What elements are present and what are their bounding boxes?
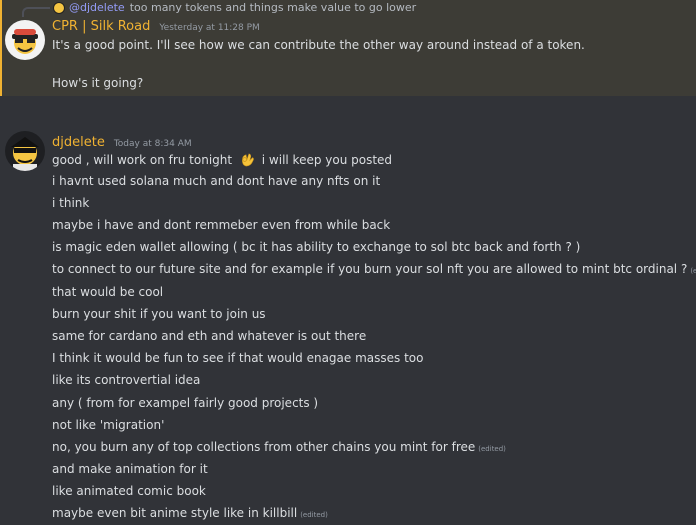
message-line: maybe i have and dont remmeber even from… (52, 218, 391, 232)
message-line: burn your shit if you want to join us (52, 307, 266, 321)
reply-preview[interactable]: @djdelete too many tokens and things mak… (53, 0, 416, 15)
message-text: to connect to our future site and for ex… (52, 262, 688, 276)
message-header: djdelete Today at 8:34 AM (52, 135, 192, 150)
message-line: same for cardano and eth and whatever is… (52, 329, 367, 343)
avatar[interactable] (5, 131, 45, 171)
timestamp[interactable]: Yesterday at 11:28 PM (159, 23, 259, 33)
reply-spine (22, 7, 50, 17)
reply-avatar (53, 1, 65, 14)
message-line: like its controvertial idea (52, 373, 201, 387)
message-line: i havnt used solana much and dont have a… (52, 174, 381, 188)
message-line: How's it going? (52, 76, 144, 90)
message-line: like animated comic book (52, 484, 206, 498)
message-line: is magic eden wallet allowing ( bc it ha… (52, 240, 581, 254)
reply-text: too many tokens and things make value to… (129, 1, 417, 14)
message-line: I think it would be fun to see if that w… (52, 351, 424, 365)
message-text: i will keep you posted (261, 153, 393, 167)
message-text: no, you burn any of top collections from… (52, 440, 476, 454)
author-name[interactable]: CPR | Silk Road (52, 19, 150, 34)
edited-label: (edited) (690, 267, 696, 275)
author-name[interactable]: djdelete (52, 135, 105, 150)
ok-hand-emoji-icon[interactable] (238, 152, 256, 167)
message-line: no, you burn any of top collections from… (52, 440, 506, 457)
message-header: CPR | Silk Road Yesterday at 11:28 PM (52, 19, 260, 34)
message-line: i think (52, 196, 90, 210)
message-text: good , will work on fru tonight (52, 153, 233, 167)
message-text: maybe even bit anime style like in killb… (52, 506, 298, 520)
message-line: any ( from for exampel fairly good proje… (52, 396, 319, 410)
timestamp[interactable]: Today at 8:34 AM (114, 139, 192, 149)
reply-mention[interactable]: @djdelete (69, 1, 125, 14)
message-line: that would be cool (52, 285, 164, 299)
message-line: It's a good point. I'll see how we can c… (52, 38, 585, 52)
message-line: good , will work on fru tonight i will k… (52, 152, 392, 168)
message-line: and make animation for it (52, 462, 208, 476)
edited-label: (edited) (300, 511, 328, 519)
message-line: to connect to our future site and for ex… (52, 262, 696, 279)
edited-label: (edited) (478, 445, 506, 453)
avatar[interactable] (5, 20, 45, 60)
message-line: maybe even bit anime style like in killb… (52, 506, 328, 523)
message-line: not like 'migration' (52, 418, 165, 432)
